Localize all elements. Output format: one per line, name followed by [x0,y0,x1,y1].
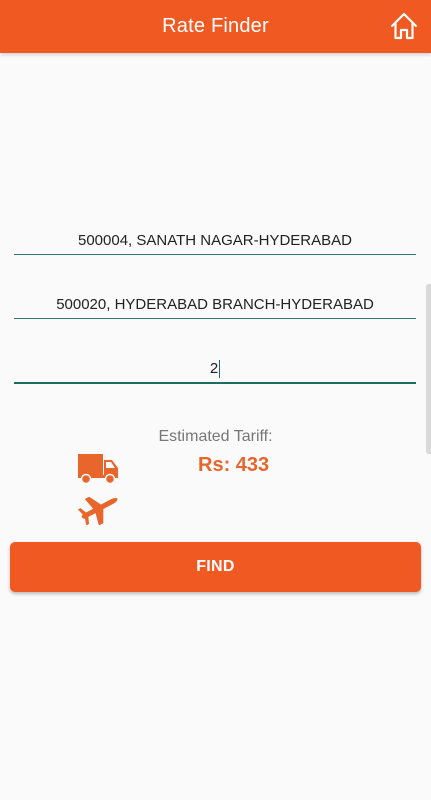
rate-finder-screen: Rate Finder 500004, SANATH NAGAR-HYDERAB… [0,0,431,800]
page-title: Rate Finder [162,15,269,37]
destination-field[interactable]: 500020, HYDERABAD BRANCH-HYDERABAD [14,294,416,319]
weight-underline [14,382,416,384]
origin-underline [14,254,416,255]
find-button[interactable]: FIND [10,542,421,592]
airplane-icon [77,496,118,526]
origin-field[interactable]: 500004, SANATH NAGAR-HYDERABAD [14,230,416,255]
truck-icon [78,454,118,485]
home-icon [390,12,418,40]
destination-underline [14,318,416,319]
road-mode-button[interactable] [76,452,121,485]
origin-value: 500004, SANATH NAGAR-HYDERABAD [78,232,352,249]
weight-value: 2 [209,360,219,377]
home-button[interactable] [389,11,419,41]
estimated-tariff-label: Estimated Tariff: [158,428,273,445]
air-mode-button[interactable] [76,492,121,526]
app-bar: Rate Finder [0,0,431,53]
tariff-value: Rs: 433 [198,454,270,476]
text-cursor [219,360,221,379]
weight-field[interactable]: 2 [14,358,416,384]
destination-value: 500020, HYDERABAD BRANCH-HYDERABAD [56,296,374,313]
edge-panel-handle[interactable] [426,284,431,454]
